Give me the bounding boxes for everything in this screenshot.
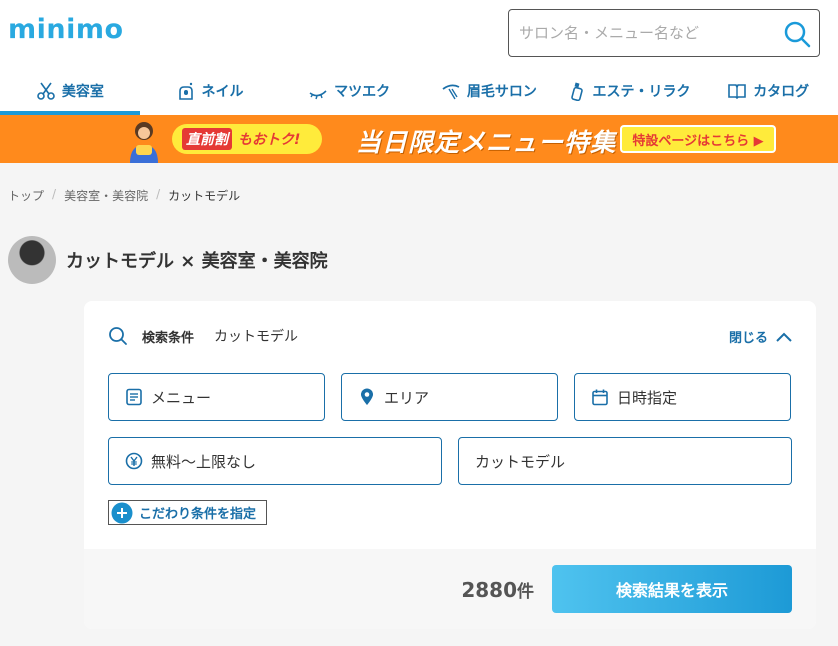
promo-pill: 直前割 もおトク! (172, 124, 322, 154)
search-icon (109, 327, 127, 345)
date-select-label: 日時指定 (617, 388, 678, 407)
person-illustration-icon (130, 122, 158, 163)
menu-select[interactable]: メニュー (108, 373, 325, 421)
show-results-button[interactable]: 検索結果を表示 (552, 565, 792, 613)
breadcrumb-item-current: カットモデル (168, 189, 241, 203)
logo[interactable]: minimo (8, 14, 124, 45)
close-panel-toggle[interactable]: 閉じる (729, 327, 792, 346)
category-nav: 美容室 ネイル マツエク 眉毛サロン エステ・リラク カタログ (0, 66, 838, 115)
nav-item-eyelash[interactable]: マツエク (279, 66, 419, 115)
location-pin-icon (361, 388, 373, 405)
nav-item-eyebrow[interactable]: 眉毛サロン (419, 66, 559, 115)
yen-icon (125, 452, 143, 470)
promo-pill-tag: 直前割 (182, 128, 232, 150)
breadcrumb-separator: / (156, 187, 161, 201)
area-select[interactable]: エリア (341, 373, 558, 421)
date-select[interactable]: 日時指定 (574, 373, 791, 421)
nav-item-label: ネイル (201, 83, 244, 100)
eyelash-icon (309, 89, 327, 99)
book-icon (728, 83, 746, 99)
result-count-number: 2880 (461, 578, 517, 602)
banner-cta-button[interactable]: 特設ページはこちら ▶ (620, 125, 776, 153)
nav-item-label: カタログ (753, 83, 810, 100)
page-header: カットモデル × 美容室・美容院 (8, 236, 328, 284)
keyword-field[interactable]: カットモデル (458, 437, 792, 485)
search-input[interactable] (519, 21, 769, 45)
condition-value: カットモデル (214, 329, 299, 345)
breadcrumb-item-salon[interactable]: 美容室・美容院 (64, 187, 148, 204)
search-panel: 検索条件 カットモデル 閉じる メニュー エリア 日時指定 無料〜上限なし カッ… (84, 301, 816, 629)
page-title: カットモデル × 美容室・美容院 (66, 251, 328, 272)
breadcrumb: トップ / 美容室・美容院 / カットモデル (8, 187, 240, 204)
menu-list-icon (126, 388, 142, 406)
nav-item-label: マツエク (334, 83, 391, 100)
search-icon[interactable] (783, 20, 811, 48)
more-conditions-button[interactable]: こだわり条件を指定 (108, 500, 267, 525)
calendar-icon (592, 389, 608, 406)
nav-item-nail[interactable]: ネイル (140, 66, 280, 115)
result-count-unit: 件 (517, 582, 534, 602)
avatar (8, 236, 56, 284)
price-select[interactable]: 無料〜上限なし (108, 437, 442, 485)
eyebrow-icon (442, 84, 460, 99)
menu-select-label: メニュー (151, 388, 212, 407)
promo-banner[interactable]: 直前割 もおトク! 当日限定メニュー特集 特設ページはこちら ▶ (0, 115, 838, 163)
scissors-icon (37, 82, 55, 100)
nav-item-label: エステ・リラク (592, 83, 691, 100)
search-box[interactable] (508, 9, 820, 57)
banner-title: 当日限定メニュー特集 (356, 128, 617, 157)
search-condition-row: 検索条件 カットモデル (108, 326, 298, 346)
chevron-up-icon (776, 332, 792, 342)
plus-circle-icon (111, 502, 133, 523)
nail-icon (178, 82, 193, 100)
nav-item-label: 眉毛サロン (466, 83, 537, 100)
more-conditions-label: こだわり条件を指定 (139, 507, 257, 522)
result-count: 2880件 (461, 577, 534, 602)
nav-item-hair-salon[interactable]: 美容室 (0, 66, 140, 115)
nav-item-catalog[interactable]: カタログ (698, 66, 838, 115)
bottle-icon (570, 82, 583, 101)
nav-item-label: 美容室 (61, 83, 104, 100)
nav-item-esthe[interactable]: エステ・リラク (559, 66, 699, 115)
area-select-label: エリア (384, 388, 430, 407)
breadcrumb-item-top[interactable]: トップ (8, 187, 44, 204)
search-panel-footer: 2880件 検索結果を表示 (84, 549, 816, 629)
header: minimo (0, 0, 838, 66)
promo-pill-text: もおトク! (238, 132, 301, 148)
keyword-field-value: カットモデル (475, 452, 566, 471)
condition-label: 検索条件 (142, 330, 195, 346)
price-select-label: 無料〜上限なし (151, 452, 257, 471)
close-label: 閉じる (728, 331, 768, 346)
breadcrumb-separator: / (52, 187, 57, 201)
